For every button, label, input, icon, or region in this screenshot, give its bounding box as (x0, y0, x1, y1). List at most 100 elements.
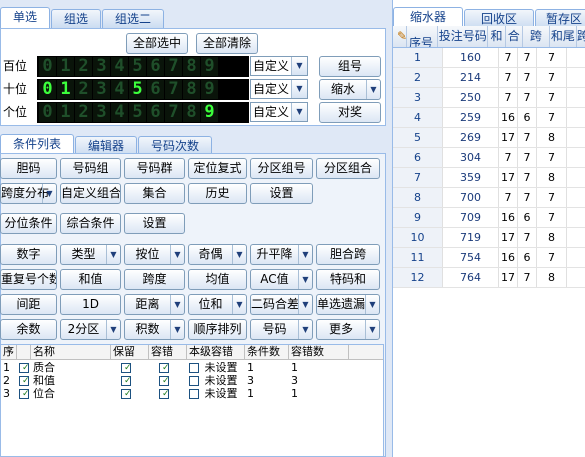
condition-button[interactable]: 胆码 (0, 158, 57, 179)
enabled-checkbox[interactable]: ✓ (19, 363, 29, 373)
filter-button[interactable]: 按位 ▼ (124, 244, 185, 265)
filter-button[interactable]: 和值 (60, 269, 121, 290)
digit-7[interactable]: 7 (165, 80, 182, 99)
table-row[interactable]: 2 214 7 7 7 (393, 68, 585, 88)
table-row[interactable]: 6 304 7 7 7 (393, 148, 585, 168)
table-row[interactable]: 10 719 17 7 8 (393, 228, 585, 248)
enabled-checkbox[interactable]: ✓ (19, 376, 29, 386)
table-row[interactable]: 5 269 17 7 8 (393, 128, 585, 148)
filter-button[interactable]: 单选遗漏 ▼ (316, 294, 380, 315)
digit-5[interactable]: 5 (129, 103, 146, 122)
table-row[interactable]: 12 764 17 7 8 (393, 268, 585, 288)
filter-button[interactable]: 间距 (0, 294, 57, 315)
action-button[interactable]: 组号 (319, 56, 381, 77)
table-row[interactable]: 7 359 17 7 8 (393, 168, 585, 188)
digit-1[interactable]: 1 (57, 57, 74, 76)
chevron-down-icon[interactable]: ▼ (291, 80, 307, 98)
chevron-down-icon[interactable]: ▼ (291, 57, 307, 75)
preset-select[interactable]: 自定义 ▼ (250, 79, 308, 99)
filter-button[interactable]: 均值 (188, 269, 247, 290)
digit-4[interactable]: 4 (111, 80, 128, 99)
filter-button[interactable]: 奇偶 ▼ (188, 244, 247, 265)
digit-9[interactable]: 9 (201, 80, 218, 99)
level-tolerance-checkbox[interactable] (189, 363, 199, 373)
filter-button[interactable]: 位和 ▼ (188, 294, 247, 315)
digit-7[interactable]: 7 (165, 103, 182, 122)
digit-0[interactable]: 0 (39, 103, 56, 122)
keep-checkbox[interactable]: ✓ (121, 363, 131, 373)
action-button[interactable]: 缩水 ▼ (319, 79, 381, 100)
condition-button[interactable]: 设置 (250, 183, 313, 204)
level-tolerance-checkbox[interactable] (189, 376, 199, 386)
digit-6[interactable]: 6 (147, 103, 164, 122)
tolerance-checkbox[interactable]: ✓ (159, 389, 169, 399)
tab-shrinker[interactable]: 缩水器 (393, 7, 464, 28)
digit-0[interactable]: 0 (39, 57, 56, 76)
digit-7[interactable]: 7 (165, 57, 182, 76)
filter-button[interactable]: 距离 ▼ (124, 294, 185, 315)
digit-4[interactable]: 4 (111, 103, 128, 122)
condition-button[interactable]: 集合 (124, 183, 185, 204)
digit-2[interactable]: 2 (75, 80, 92, 99)
digit-5[interactable]: 5 (129, 57, 146, 76)
digit-4[interactable]: 4 (111, 57, 128, 76)
condition-button[interactable]: 定位复式 (188, 158, 247, 179)
select-all-button[interactable]: 全部选中 (126, 33, 188, 54)
preset-select[interactable]: 自定义 ▼ (250, 102, 308, 122)
digit-3[interactable]: 3 (93, 80, 110, 99)
action-button[interactable]: 对奖 (319, 102, 381, 123)
filter-button[interactable]: 更多 ▼ (316, 319, 380, 340)
condition-button[interactable]: 分区组号 (250, 158, 313, 179)
table-row[interactable]: 8 700 7 7 7 (393, 188, 585, 208)
table-row[interactable]: 3 250 7 7 7 (393, 88, 585, 108)
tab-group[interactable]: 组选 (51, 9, 102, 28)
table-row[interactable]: 2 ✓ 和值 ✓ ✓ 未设置 3 3 (1, 375, 383, 388)
digit-5[interactable]: 5 (129, 80, 146, 99)
level-tolerance-checkbox[interactable] (189, 389, 199, 399)
digit-3[interactable]: 3 (93, 57, 110, 76)
filter-button[interactable]: 特码和 (316, 269, 380, 290)
filter-button[interactable]: 2分区 ▼ (60, 319, 121, 340)
table-row[interactable]: 4 259 16 6 7 (393, 108, 585, 128)
clear-all-button[interactable]: 全部清除 (196, 33, 258, 54)
tolerance-checkbox[interactable]: ✓ (159, 376, 169, 386)
filter-button[interactable]: 1D (60, 294, 121, 315)
digit-2[interactable]: 2 (75, 57, 92, 76)
filter-button[interactable]: 跨度 (124, 269, 185, 290)
filter-button[interactable]: 数字 (0, 244, 57, 265)
filter-button[interactable]: 顺序排列 (188, 319, 247, 340)
filter-button[interactable]: 重复号个数 (0, 269, 57, 290)
tab-group2[interactable]: 组选二 (102, 9, 165, 28)
filter-button[interactable]: 二码合差 ▼ (250, 294, 313, 315)
digit-3[interactable]: 3 (93, 103, 110, 122)
digit-6[interactable]: 6 (147, 57, 164, 76)
digit-8[interactable]: 8 (183, 80, 200, 99)
enabled-checkbox[interactable]: ✓ (19, 389, 29, 399)
digit-0[interactable]: 0 (39, 80, 56, 99)
filter-button[interactable]: 积数 ▼ (124, 319, 185, 340)
preset-select[interactable]: 自定义 ▼ (250, 56, 308, 76)
digit-8[interactable]: 8 (183, 57, 200, 76)
table-row[interactable]: 9 709 16 6 7 (393, 208, 585, 228)
filter-button[interactable]: 号码 ▼ (250, 319, 313, 340)
condition-button[interactable]: 分位条件 (0, 213, 57, 234)
tolerance-checkbox[interactable]: ✓ (159, 363, 169, 373)
filter-button[interactable]: 余数 (0, 319, 57, 340)
filter-button[interactable]: AC值 ▼ (250, 269, 313, 290)
digit-6[interactable]: 6 (147, 80, 164, 99)
condition-button[interactable]: 分区组合 (316, 158, 380, 179)
condition-button[interactable]: 号码组 (60, 158, 121, 179)
table-row[interactable]: 3 ✓ 位合 ✓ ✓ 未设置 1 1 (1, 388, 383, 401)
digit-8[interactable]: 8 (183, 103, 200, 122)
chevron-down-icon[interactable]: ▼ (291, 103, 307, 121)
table-row[interactable]: 1 160 7 7 7 (393, 48, 585, 68)
filter-button[interactable]: 升平降 ▼ (250, 244, 313, 265)
digit-1[interactable]: 1 (57, 80, 74, 99)
condition-button[interactable]: 自定义组合 (60, 183, 121, 204)
condition-button[interactable]: 历史 (188, 183, 247, 204)
filter-button[interactable]: 类型 ▼ (60, 244, 121, 265)
digit-9[interactable]: 9 (201, 57, 218, 76)
digit-2[interactable]: 2 (75, 103, 92, 122)
table-row[interactable]: 11 754 16 6 7 (393, 248, 585, 268)
digit-1[interactable]: 1 (57, 103, 74, 122)
